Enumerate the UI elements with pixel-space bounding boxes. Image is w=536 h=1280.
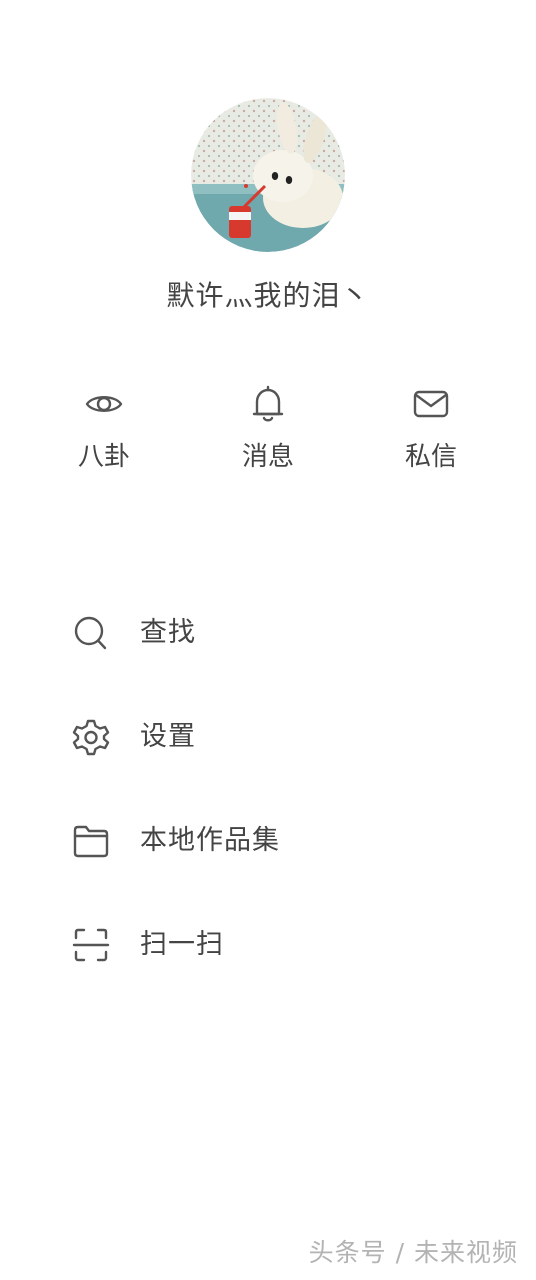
quick-action-label: 私信	[404, 442, 457, 472]
menu-item-search[interactable]: 查找	[0, 610, 536, 714]
search-icon	[74, 616, 107, 650]
menu-item-settings[interactable]: 设置	[0, 714, 536, 818]
menu-item-label: 查找	[140, 617, 196, 648]
profile-header: 默许灬我的泪丶	[0, 98, 536, 314]
bell-icon	[252, 385, 284, 422]
username[interactable]: 默许灬我的泪丶	[0, 278, 536, 314]
mail-icon	[413, 390, 449, 418]
menu-item-scan[interactable]: 扫一扫	[0, 922, 536, 1026]
quick-action-private-messages[interactable]: 私信	[371, 384, 491, 472]
scan-icon	[72, 928, 110, 962]
menu-item-label: 设置	[140, 721, 196, 752]
gear-icon	[72, 719, 110, 756]
eye-icon	[85, 396, 123, 412]
watermark: 头条号 / 未来视频	[308, 1238, 518, 1267]
menu-item-label: 扫一扫	[140, 929, 224, 960]
avatar[interactable]	[191, 98, 345, 252]
menu-list: 查找 设置 本地作品集 扫一扫	[0, 610, 536, 1026]
menu-item-local-works[interactable]: 本地作品集	[0, 818, 536, 922]
folder-icon	[73, 825, 109, 858]
quick-action-label: 消息	[241, 442, 294, 472]
quick-action-label: 八卦	[77, 442, 130, 472]
menu-item-label: 本地作品集	[140, 825, 280, 856]
quick-action-messages[interactable]: 消息	[208, 384, 328, 472]
quick-actions-row: 八卦 消息 私信	[0, 384, 536, 494]
quick-action-gossip[interactable]: 八卦	[44, 384, 164, 472]
